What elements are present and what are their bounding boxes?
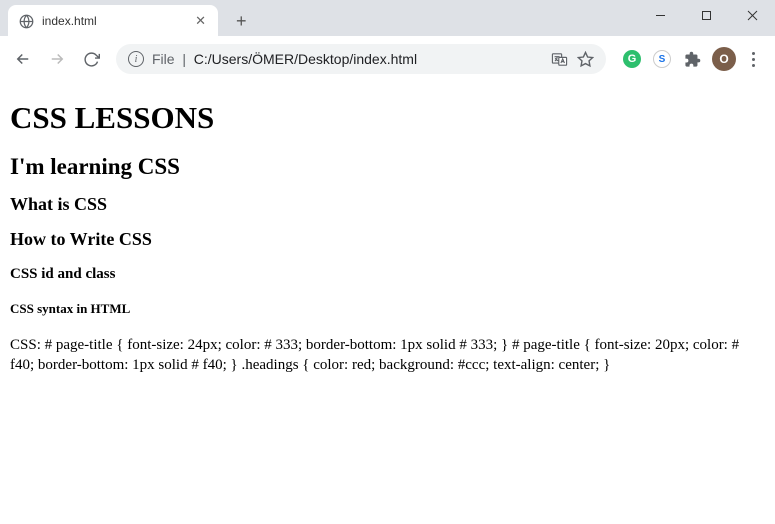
- heading-5a: CSS id and class: [10, 266, 765, 283]
- address-bar[interactable]: i File | C:/Users/ÖMER/Desktop/index.htm…: [116, 44, 606, 74]
- body-paragraph: CSS: # page-title { font-size: 24px; col…: [10, 335, 765, 376]
- forward-button[interactable]: [42, 44, 72, 74]
- new-tab-button[interactable]: +: [228, 7, 255, 36]
- toolbar: i File | C:/Users/ÖMER/Desktop/index.htm…: [0, 36, 775, 82]
- back-button[interactable]: [8, 44, 38, 74]
- browser-chrome: index.html ✕ + i File: [0, 0, 775, 82]
- maximize-button[interactable]: [683, 0, 729, 30]
- browser-tab[interactable]: index.html ✕: [8, 5, 218, 37]
- page-content: CSS LESSONS I'm learning CSS What is CSS…: [0, 82, 775, 396]
- extensions-puzzle-icon[interactable]: [682, 49, 702, 69]
- heading-3: What is CSS: [10, 194, 765, 215]
- heading-2: I'm learning CSS: [10, 154, 765, 180]
- star-icon[interactable]: [576, 50, 594, 68]
- title-bar: index.html ✕ +: [0, 0, 775, 36]
- close-tab-icon[interactable]: ✕: [193, 11, 208, 31]
- page-title: CSS LESSONS: [10, 100, 765, 136]
- extension-icons: G S O: [616, 46, 767, 73]
- heading-4: How to Write CSS: [10, 229, 765, 250]
- kebab-menu-icon[interactable]: [746, 46, 761, 73]
- heading-5b: CSS syntax in HTML: [10, 301, 765, 317]
- extension-icon-1[interactable]: G: [622, 49, 642, 69]
- profile-avatar[interactable]: O: [712, 47, 736, 71]
- url-text: File | C:/Users/ÖMER/Desktop/index.html: [152, 51, 542, 67]
- globe-icon: [18, 13, 34, 29]
- tab-title: index.html: [42, 14, 185, 28]
- avatar-letter: O: [719, 52, 728, 66]
- info-icon[interactable]: i: [128, 51, 144, 67]
- extension-icon-2[interactable]: S: [652, 49, 672, 69]
- reload-button[interactable]: [76, 44, 106, 74]
- close-window-button[interactable]: [729, 0, 775, 30]
- window-controls: [637, 0, 775, 30]
- minimize-button[interactable]: [637, 0, 683, 30]
- translate-icon[interactable]: [550, 50, 568, 68]
